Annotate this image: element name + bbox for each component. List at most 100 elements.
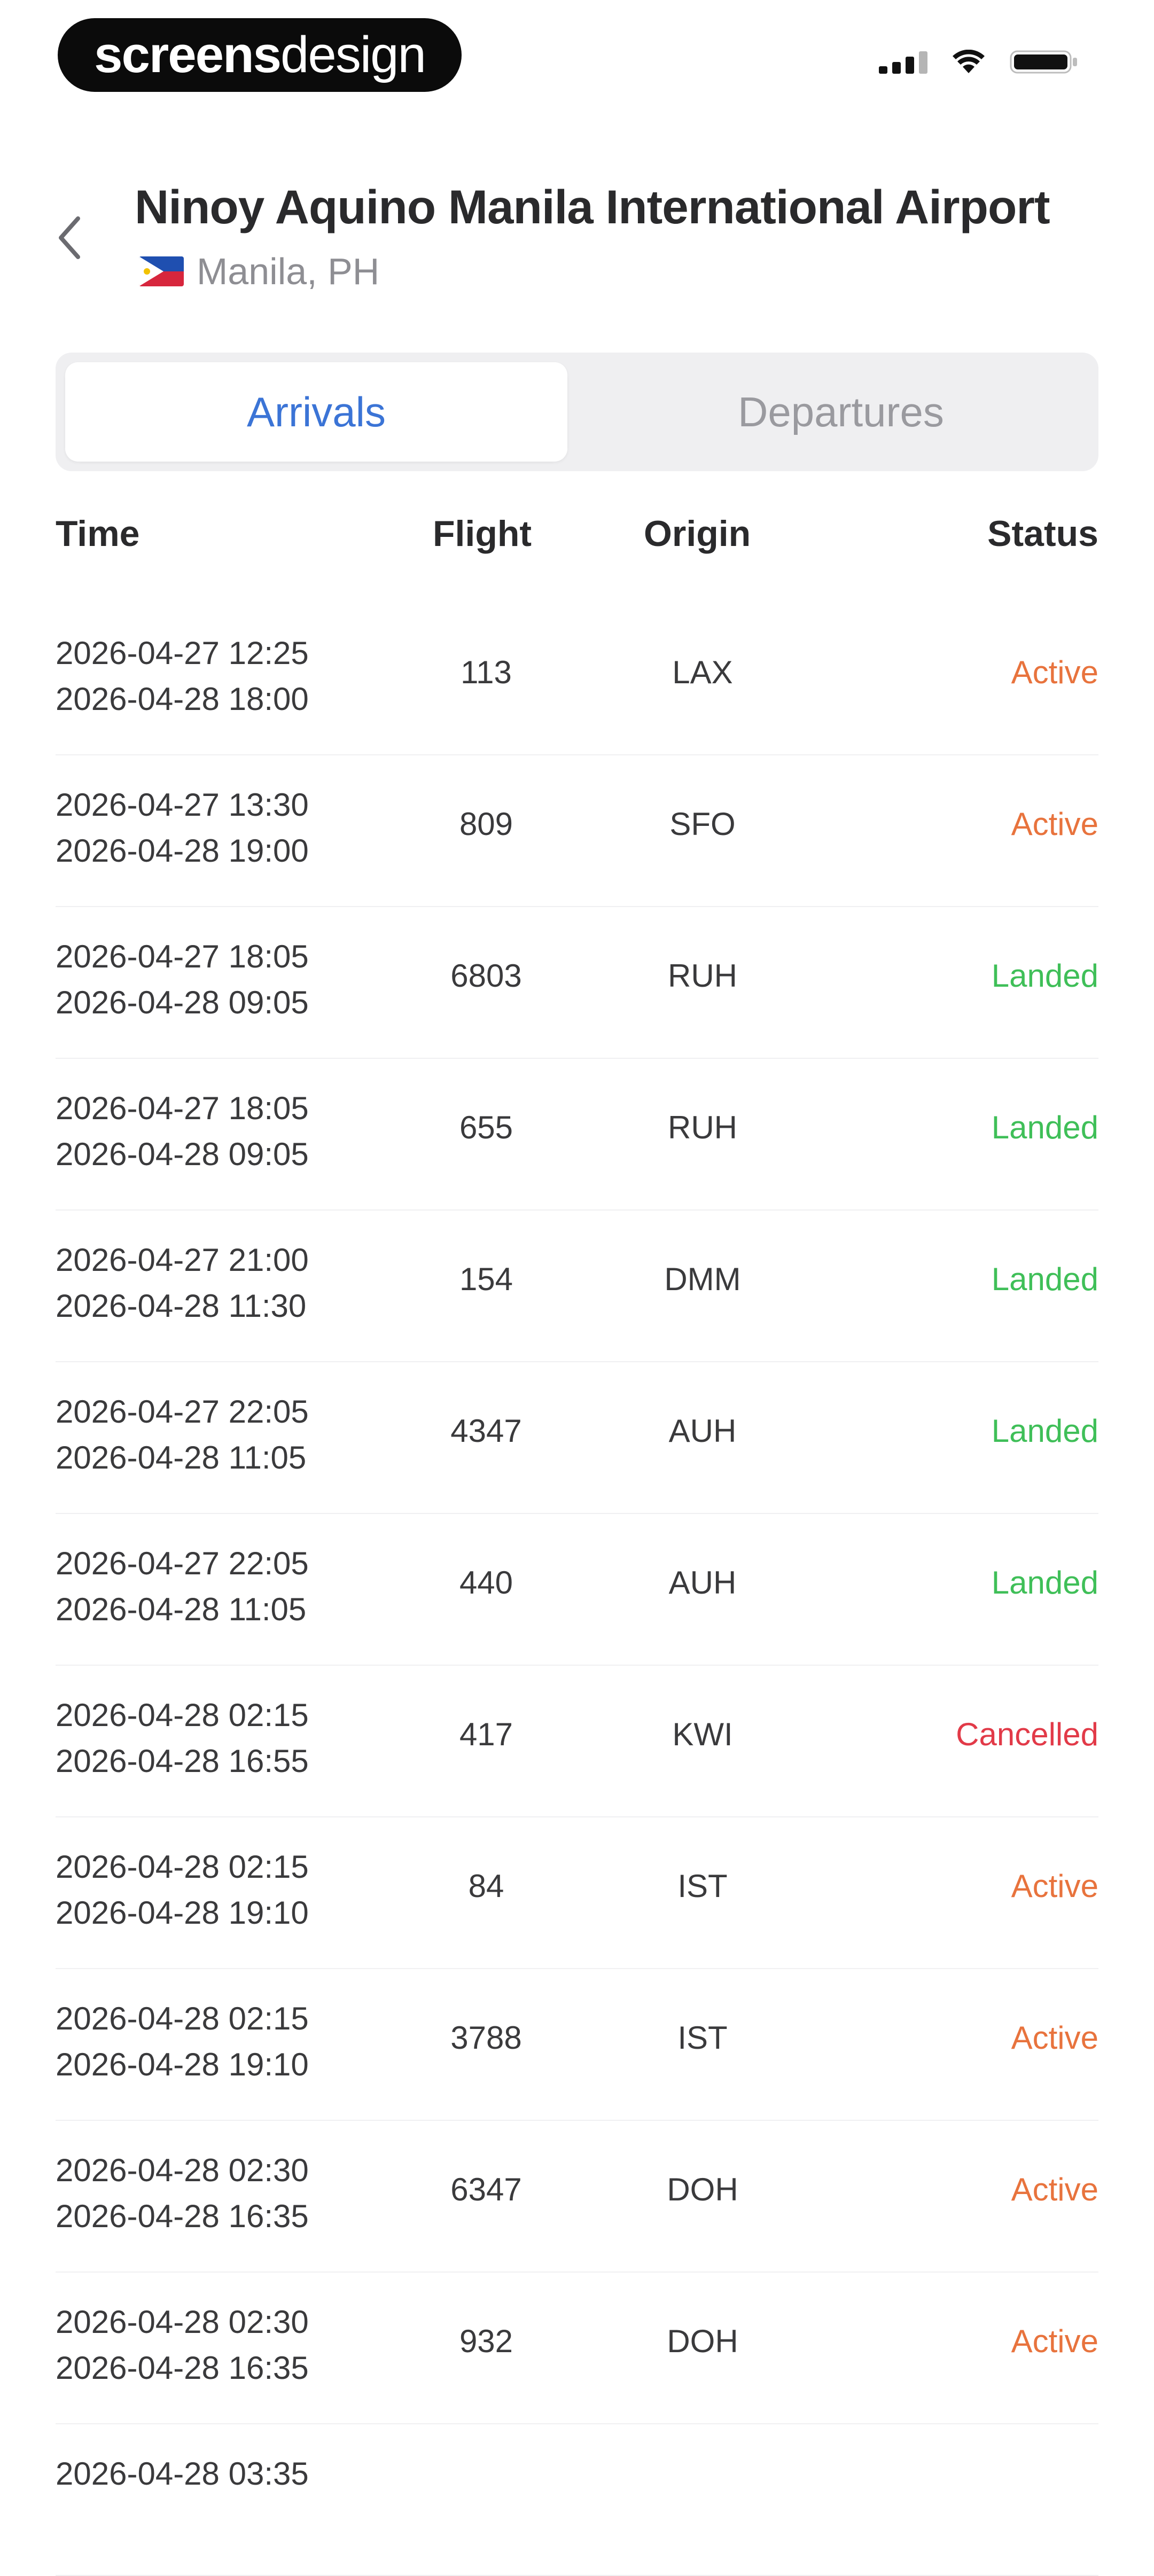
scheduled-time: 2026-04-27 12:25 bbox=[56, 635, 309, 671]
time-cell: 2026-04-28 02:30 2026-04-28 16:35 bbox=[56, 2299, 309, 2391]
arrival-time: 2026-04-28 19:10 bbox=[56, 2047, 309, 2082]
status-label: Landed bbox=[991, 1110, 1098, 1145]
table-row[interactable]: 2026-04-27 22:05 2026-04-28 11:05 440 AUH… bbox=[0, 1514, 1154, 1666]
arrival-time: 2026-04-28 16:35 bbox=[56, 2198, 309, 2234]
table-row[interactable]: 2026-04-28 03:35 bbox=[0, 2424, 1154, 2576]
flight-number: 440 bbox=[459, 1565, 513, 1601]
time-cell: 2026-04-27 13:30 2026-04-28 19:00 bbox=[56, 782, 309, 874]
table-row[interactable]: 2026-04-28 02:15 2026-04-28 19:10 84 IST … bbox=[0, 1817, 1154, 1969]
flight-number: 3788 bbox=[450, 2020, 522, 2056]
location-label: Manila, PH bbox=[197, 251, 380, 292]
flight-number: 154 bbox=[459, 1261, 513, 1297]
scheduled-time: 2026-04-28 02:15 bbox=[56, 1697, 309, 1733]
tab-arrivals[interactable]: Arrivals bbox=[65, 362, 567, 462]
time-cell: 2026-04-27 21:00 2026-04-28 11:30 bbox=[56, 1237, 309, 1329]
philippines-flag-icon bbox=[139, 256, 184, 286]
scheduled-time: 2026-04-27 18:05 bbox=[56, 1090, 309, 1126]
flight-number: 4347 bbox=[450, 1413, 522, 1449]
brand-logo: screensdesign bbox=[58, 18, 462, 92]
scheduled-time: 2026-04-27 18:05 bbox=[56, 939, 309, 974]
table-row[interactable]: 2026-04-28 02:15 2026-04-28 19:10 3788 IS… bbox=[0, 1969, 1154, 2121]
table-row[interactable]: 2026-04-27 13:30 2026-04-28 19:00 809 SFO… bbox=[0, 755, 1154, 907]
flight-number: 84 bbox=[468, 1868, 504, 1904]
arrivals-departures-toggle: Arrivals Departures bbox=[56, 353, 1098, 471]
flight-number: 6803 bbox=[450, 958, 522, 994]
arrival-time: 2026-04-28 16:55 bbox=[56, 1743, 309, 1779]
scheduled-time: 2026-04-27 22:05 bbox=[56, 1545, 309, 1581]
time-cell: 2026-04-27 12:25 2026-04-28 18:00 bbox=[56, 630, 309, 722]
wifi-icon bbox=[952, 50, 985, 74]
scheduled-time: 2026-04-28 02:15 bbox=[56, 2001, 309, 2036]
origin-code: IST bbox=[677, 2020, 728, 2056]
status-label: Active bbox=[1011, 1868, 1098, 1904]
time-cell: 2026-04-27 22:05 2026-04-28 11:05 bbox=[56, 1389, 309, 1481]
table-row[interactable]: 2026-04-27 18:05 2026-04-28 09:05 655 RUH… bbox=[0, 1059, 1154, 1211]
scheduled-time: 2026-04-28 02:30 bbox=[56, 2152, 309, 2188]
status-label: Active bbox=[1011, 2020, 1098, 2056]
arrival-time: 2026-04-28 19:10 bbox=[56, 1895, 309, 1931]
time-cell: 2026-04-28 02:15 2026-04-28 19:10 bbox=[56, 1996, 309, 2088]
time-cell: 2026-04-28 02:15 2026-04-28 19:10 bbox=[56, 1844, 309, 1936]
origin-code: LAX bbox=[672, 654, 733, 690]
flight-number: 932 bbox=[459, 2323, 513, 2359]
brand-logo-text: screensdesign bbox=[94, 26, 426, 83]
scheduled-time: 2026-04-27 13:30 bbox=[56, 787, 309, 823]
arrival-time: 2026-04-28 18:00 bbox=[56, 681, 309, 717]
time-cell: 2026-04-27 18:05 2026-04-28 09:05 bbox=[56, 1086, 309, 1177]
time-cell: 2026-04-28 02:15 2026-04-28 16:55 bbox=[56, 1692, 309, 1784]
table-row[interactable]: 2026-04-27 18:05 2026-04-28 09:05 6803 RU… bbox=[0, 907, 1154, 1059]
status-label: Landed bbox=[991, 1565, 1098, 1601]
origin-code: AUH bbox=[668, 1565, 737, 1601]
status-label: Landed bbox=[991, 958, 1098, 994]
flight-number: 6347 bbox=[450, 2172, 522, 2207]
table-row[interactable]: 2026-04-27 21:00 2026-04-28 11:30 154 DMM… bbox=[0, 1211, 1154, 1362]
table-row[interactable]: 2026-04-28 02:30 2026-04-28 16:35 932 DOH… bbox=[0, 2273, 1154, 2424]
origin-code: KWI bbox=[672, 1716, 733, 1752]
scheduled-time: 2026-04-28 03:35 bbox=[56, 2456, 309, 2492]
column-header-status: Status bbox=[987, 513, 1098, 554]
time-cell: 2026-04-27 18:05 2026-04-28 09:05 bbox=[56, 934, 309, 1026]
table-row[interactable]: 2026-04-27 12:25 2026-04-28 18:00 113 LAX… bbox=[0, 604, 1154, 755]
time-cell: 2026-04-28 02:30 2026-04-28 16:35 bbox=[56, 2148, 309, 2239]
status-label: Landed bbox=[991, 1261, 1098, 1297]
flight-list: 2026-04-27 12:25 2026-04-28 18:00 113 LAX… bbox=[0, 604, 1154, 2576]
back-button[interactable] bbox=[48, 208, 91, 267]
arrival-time: 2026-04-28 11:05 bbox=[56, 1591, 307, 1627]
flight-number: 417 bbox=[459, 1716, 513, 1752]
status-label: Active bbox=[1011, 2323, 1098, 2359]
origin-code: IST bbox=[677, 1868, 728, 1904]
battery-icon bbox=[1010, 49, 1079, 75]
origin-code: DOH bbox=[667, 2172, 738, 2207]
scheduled-time: 2026-04-28 02:15 bbox=[56, 1849, 309, 1885]
arrival-time: 2026-04-28 19:00 bbox=[56, 833, 309, 869]
chevron-left-icon bbox=[59, 216, 80, 259]
status-label: Active bbox=[1011, 654, 1098, 690]
cellular-signal-icon bbox=[879, 50, 927, 74]
column-header-time: Time bbox=[56, 513, 140, 554]
status-label: Cancelled bbox=[956, 1716, 1098, 1752]
arrival-time: 2026-04-28 11:05 bbox=[56, 1440, 307, 1476]
status-label: Landed bbox=[991, 1413, 1098, 1449]
origin-code: DMM bbox=[664, 1261, 741, 1297]
arrival-time: 2026-04-28 11:30 bbox=[56, 1288, 307, 1324]
arrival-time: 2026-04-28 09:05 bbox=[56, 985, 309, 1020]
time-cell: 2026-04-27 22:05 2026-04-28 11:05 bbox=[56, 1541, 309, 1633]
origin-code: AUH bbox=[668, 1413, 737, 1449]
scheduled-time: 2026-04-27 22:05 bbox=[56, 1394, 309, 1430]
status-bar: screensdesign bbox=[0, 0, 1154, 123]
status-label: Active bbox=[1011, 806, 1098, 842]
page-title: Ninoy Aquino Manila International Airpor… bbox=[135, 180, 1050, 233]
flight-number: 113 bbox=[461, 654, 512, 690]
origin-code: SFO bbox=[669, 806, 736, 842]
system-icons bbox=[879, 49, 1079, 75]
origin-code: DOH bbox=[667, 2323, 738, 2359]
flight-number: 809 bbox=[459, 806, 513, 842]
airport-location: Manila, PH bbox=[139, 250, 379, 293]
status-label: Active bbox=[1011, 2172, 1098, 2207]
table-row[interactable]: 2026-04-27 22:05 2026-04-28 11:05 4347 AU… bbox=[0, 1362, 1154, 1514]
scheduled-time: 2026-04-28 02:30 bbox=[56, 2304, 309, 2340]
time-cell: 2026-04-28 03:35 bbox=[56, 2451, 309, 2497]
tab-departures[interactable]: Departures bbox=[590, 362, 1092, 462]
table-row[interactable]: 2026-04-28 02:30 2026-04-28 16:35 6347 DO… bbox=[0, 2121, 1154, 2273]
table-row[interactable]: 2026-04-28 02:15 2026-04-28 16:55 417 KWI… bbox=[0, 1666, 1154, 1817]
